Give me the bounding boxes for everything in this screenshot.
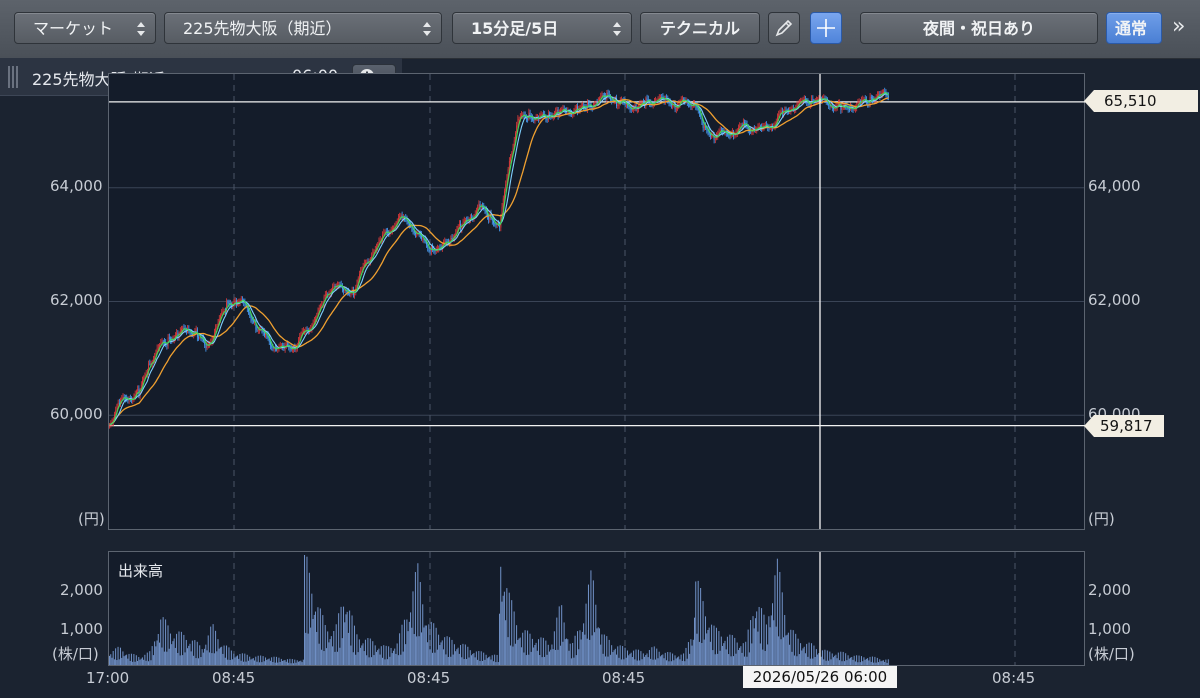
volume-tick-left-0: 2,000 bbox=[60, 581, 103, 599]
x-label-1: 08:45 bbox=[212, 669, 256, 687]
volume-title: 出来高 bbox=[118, 562, 164, 580]
cursor-time-label: 2026/05/26 06:00 bbox=[743, 666, 897, 688]
price-tick-left-1: 62,000 bbox=[50, 291, 103, 309]
price-unit-left: (円) bbox=[78, 510, 105, 528]
market-select[interactable]: マーケット bbox=[14, 12, 156, 44]
volume-tick-right-0: 2,000 bbox=[1088, 581, 1131, 599]
volume-unit-right: (株/口) bbox=[1088, 645, 1135, 663]
updown-icon bbox=[613, 21, 621, 37]
price-chart-panel[interactable] bbox=[108, 73, 1085, 530]
interval-select[interactable]: 15分足/5日 bbox=[452, 12, 632, 44]
volume-tick-left-1: 1,000 bbox=[60, 620, 103, 638]
high-price-tag: 65,510 bbox=[1084, 90, 1198, 112]
updown-icon bbox=[137, 21, 145, 37]
pencil-button[interactable] bbox=[768, 12, 800, 44]
x-label-3: 08:45 bbox=[602, 669, 646, 687]
night-holiday-label: 夜間・祝日あり bbox=[922, 19, 1035, 38]
volume-tick-right-1: 1,000 bbox=[1088, 620, 1131, 638]
market-select-label: マーケット bbox=[33, 19, 114, 38]
crosshair-icon bbox=[817, 19, 835, 37]
technical-button-label: テクニカル bbox=[659, 19, 740, 38]
drag-grip-icon[interactable] bbox=[8, 66, 18, 88]
x-label-4: 08:45 bbox=[992, 669, 1036, 687]
price-unit-right: (円) bbox=[1088, 510, 1115, 528]
double-chevron-right-icon[interactable]: » bbox=[1172, 14, 1185, 39]
price-tick-right-0: 64,000 bbox=[1088, 177, 1141, 195]
volume-chart-panel[interactable] bbox=[108, 551, 1085, 666]
x-label-0: 17:00 bbox=[86, 669, 130, 687]
low-price-tag: 59,817 bbox=[1084, 415, 1164, 437]
night-holiday-toggle[interactable]: 夜間・祝日あり bbox=[860, 12, 1098, 44]
crosshair-button[interactable] bbox=[810, 12, 842, 44]
mode-normal-label: 通常 bbox=[1115, 19, 1148, 38]
mode-normal-button[interactable]: 通常 bbox=[1106, 12, 1162, 44]
volume-unit-left: (株/口) bbox=[52, 645, 99, 663]
pencil-icon bbox=[775, 19, 793, 37]
price-tick-right-1: 62,000 bbox=[1088, 291, 1141, 309]
price-tick-left-2: 60,000 bbox=[50, 405, 103, 423]
updown-icon bbox=[423, 21, 431, 37]
toolbar: マーケット 225先物大阪（期近） 15分足/5日 テクニカル 夜間・祝日あり … bbox=[0, 0, 1200, 59]
x-label-2: 08:45 bbox=[407, 669, 451, 687]
symbol-select-label: 225先物大阪（期近） bbox=[183, 19, 342, 38]
price-tick-left-0: 64,000 bbox=[50, 177, 103, 195]
symbol-select[interactable]: 225先物大阪（期近） bbox=[164, 12, 442, 44]
interval-select-label: 15分足/5日 bbox=[471, 19, 559, 38]
technical-button[interactable]: テクニカル bbox=[640, 12, 760, 44]
